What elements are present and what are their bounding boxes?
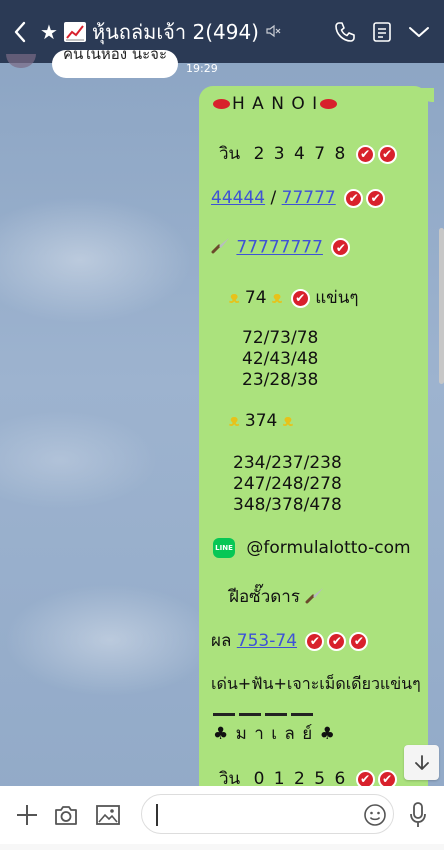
result-line: ผล 753-74 ✔ ✔ ✔ bbox=[211, 627, 369, 654]
signature-line: ฝีอซั๊วดาร bbox=[229, 583, 325, 610]
win-label: วิน bbox=[219, 144, 241, 164]
slash: / bbox=[270, 188, 277, 208]
check-icon: ✔ bbox=[377, 144, 397, 164]
chat-name: หุ้นถล่มเจ้า 2(494) bbox=[91, 19, 259, 44]
star-icon: ★ bbox=[40, 19, 58, 44]
check-icon: ✔ bbox=[344, 188, 364, 208]
pairs-1: 72/73/78 bbox=[242, 328, 319, 348]
scroll-down-button[interactable] bbox=[404, 745, 439, 780]
malay-line: ♣ ม า เ ล ย์ ♣ bbox=[213, 720, 336, 747]
image-icon[interactable] bbox=[95, 803, 121, 827]
ribbon-icon: ᴥ bbox=[229, 288, 240, 308]
ribbon-icon: ᴥ bbox=[271, 288, 283, 308]
check-icon: ✔ bbox=[305, 631, 325, 651]
numbers-line: 44444 / 77777 ✔ ✔ bbox=[211, 188, 386, 208]
check-icon: ✔ bbox=[366, 188, 386, 208]
line-id[interactable]: @formulalotto-com bbox=[246, 538, 410, 558]
link-44444[interactable]: 44444 bbox=[211, 188, 265, 208]
chart-icon bbox=[63, 21, 86, 42]
malay-text: ม า เ ล ย์ bbox=[235, 724, 314, 744]
club-icon: ♣ bbox=[319, 724, 336, 744]
hanoi-text: H A N O I bbox=[232, 94, 319, 114]
ribbon-icon: ᴥ bbox=[229, 411, 240, 431]
win-digits: 2 3 4 7 8 bbox=[253, 144, 348, 164]
received-text: คนในห้อง นะจ๊ะ bbox=[62, 50, 167, 63]
knife-icon bbox=[305, 586, 325, 609]
scroll-down-icon bbox=[414, 754, 429, 770]
result-label: ผล bbox=[211, 631, 232, 651]
message-input[interactable] bbox=[141, 794, 394, 834]
check-icon: ✔ bbox=[355, 144, 375, 164]
notes-icon[interactable] bbox=[372, 21, 392, 43]
pairs-3: 23/28/38 bbox=[242, 370, 319, 390]
knife-icon bbox=[211, 236, 231, 259]
line-id-line: LINE @formulalotto-com bbox=[213, 538, 411, 558]
result-link[interactable]: 753-74 bbox=[237, 631, 297, 651]
back-icon bbox=[14, 21, 26, 42]
text-caret bbox=[156, 804, 158, 826]
triples-3: 348/378/478 bbox=[233, 495, 342, 515]
triples-2: 247/248/278 bbox=[233, 474, 342, 494]
ribbon-icon: ᴥ bbox=[282, 411, 294, 431]
message-input-bar bbox=[0, 786, 444, 844]
mic-icon[interactable] bbox=[408, 801, 428, 829]
club-icon: ♣ bbox=[213, 724, 230, 744]
promo-line: เด่น+ฟัน+เจาะเม็ดเดียวแข่นๆ bbox=[211, 674, 421, 693]
received-message[interactable]: คนในห้อง นะจ๊ะ bbox=[52, 50, 178, 78]
win-line: วิน 2 3 4 7 8 ✔ ✔ bbox=[219, 140, 397, 167]
link-77777777[interactable]: 77777777 bbox=[236, 238, 323, 258]
check-icon: ✔ bbox=[327, 631, 347, 651]
long-number-line: 77777777 ✔ bbox=[211, 236, 351, 259]
camera-icon[interactable] bbox=[53, 803, 79, 827]
scrollbar[interactable] bbox=[439, 228, 444, 384]
three-digit-main: 374 bbox=[244, 411, 278, 431]
hanoi-line: H A N O I bbox=[211, 94, 339, 114]
tail-word: แข่นๆ bbox=[315, 288, 359, 308]
check-icon: ✔ bbox=[349, 631, 369, 651]
two-digit-main: 74 bbox=[244, 288, 267, 308]
check-icon: ✔ bbox=[331, 238, 351, 257]
two-digit-line: ᴥ 74 ᴥ ✔ แข่นๆ bbox=[229, 284, 359, 311]
triples-1: 234/237/238 bbox=[233, 453, 342, 473]
pairs-2: 42/43/48 bbox=[242, 349, 319, 369]
signature-text: ฝีอซั๊วดาร bbox=[229, 587, 300, 607]
check-icon: ✔ bbox=[290, 288, 310, 308]
sent-message[interactable]: H A N O I วิน 2 3 4 7 8 ✔ ✔ 44444 / 77777… bbox=[199, 86, 428, 806]
lips-icon bbox=[213, 99, 230, 109]
chat-title[interactable]: ★ หุ้นถล่มเจ้า 2(494) bbox=[40, 16, 334, 48]
phone-icon[interactable] bbox=[334, 21, 356, 43]
lips-icon bbox=[320, 99, 338, 109]
emoji-icon[interactable] bbox=[363, 803, 387, 827]
link-77777[interactable]: 77777 bbox=[282, 188, 336, 208]
chevron-down-icon[interactable] bbox=[408, 25, 430, 39]
three-digit-line: ᴥ 374 ᴥ bbox=[229, 411, 293, 431]
message-time: 19:29 bbox=[186, 62, 218, 75]
mute-icon bbox=[265, 20, 281, 44]
add-icon[interactable] bbox=[15, 803, 39, 827]
line-app-icon: LINE bbox=[213, 538, 235, 558]
bottom-edge bbox=[0, 844, 444, 850]
